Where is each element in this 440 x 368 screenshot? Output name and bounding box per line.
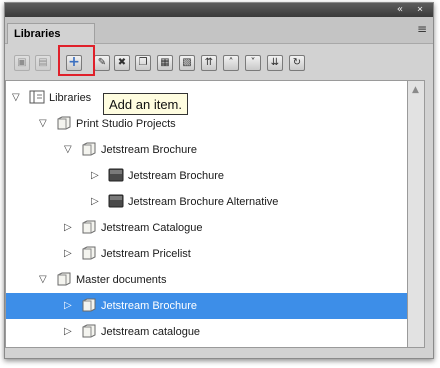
move-up-button[interactable]: ˄: [223, 55, 239, 71]
document-icon: [108, 194, 124, 208]
tree-item-label: Jetstream Brochure: [101, 300, 197, 312]
tree-item-label: Jetstream Brochure: [128, 170, 224, 182]
refresh-button[interactable]: ↻: [289, 55, 305, 71]
duplicate-item-button[interactable]: ❐: [135, 55, 151, 71]
tab-label: Libraries: [14, 28, 61, 40]
tree-item-label: Print Studio Projects: [76, 118, 176, 130]
tree-item-label: Jetstream Brochure Alternative: [128, 196, 279, 208]
tree-item-label: Libraries: [49, 92, 92, 104]
folder-icon: [81, 220, 97, 234]
folder-icon: [81, 324, 97, 338]
add-item-tooltip: Add an item.: [103, 93, 188, 115]
paste-button[interactable]: ▧: [179, 55, 195, 71]
move-bottom-icon: ⇊: [270, 57, 280, 68]
move-down-icon: ˅: [250, 57, 256, 68]
panel-menu-icon[interactable]: ≡: [417, 23, 427, 35]
scroll-up-icon[interactable]: ▲: [412, 86, 419, 95]
tree-row[interactable]: ▷ Jetstream Pricelist: [6, 241, 407, 267]
tree-item-label: Jetstream catalogue: [101, 326, 201, 338]
properties-button[interactable]: ▦: [157, 55, 173, 71]
folder-icon: [56, 272, 72, 286]
document-icon: [108, 168, 124, 182]
tree-row[interactable]: ▽ Jetstream Brochure: [6, 137, 407, 163]
collapse-arrow-icon[interactable]: ▽: [39, 275, 47, 285]
library-tree[interactable]: ▽ Libraries ▽ Print Studio Projects ▽ Jetstre…: [5, 80, 408, 348]
collapse-arrow-icon[interactable]: ▽: [64, 145, 72, 155]
expand-arrow-icon[interactable]: ▷: [64, 301, 72, 311]
tree-row[interactable]: ▷ Jetstream Brochure Alternative: [6, 189, 407, 215]
expand-arrow-icon[interactable]: ▷: [64, 327, 72, 337]
move-top-icon: ⇈: [204, 57, 214, 68]
expand-arrow-icon[interactable]: ▷: [91, 197, 99, 207]
tree-row[interactable]: ▽ Print Studio Projects: [6, 111, 407, 137]
move-down-button[interactable]: ˅: [245, 55, 261, 71]
duplicate-item-icon: ❐: [138, 57, 148, 68]
edit-item-icon: ✎: [97, 57, 107, 68]
close-panel-button[interactable]: ×: [417, 3, 423, 17]
collapse-arrow-icon[interactable]: ▽: [12, 93, 20, 103]
expand-arrow-icon[interactable]: ▷: [64, 223, 72, 233]
panel-titlebar: « ×: [5, 3, 433, 17]
tree-row[interactable]: ▷ Jetstream Catalogue: [6, 215, 407, 241]
delete-item-button[interactable]: ✖: [114, 55, 130, 71]
tree-item-label: Jetstream Catalogue: [101, 222, 203, 234]
tree-scrollbar[interactable]: ▲: [408, 80, 425, 348]
tree-item-label: Jetstream Pricelist: [101, 248, 191, 260]
folder-icon: [81, 142, 97, 156]
tree-row[interactable]: ▽ Libraries: [6, 85, 407, 111]
tree-row[interactable]: ▷ Jetstream catalogue: [6, 319, 407, 345]
move-up-icon: ˄: [228, 57, 234, 68]
move-top-button[interactable]: ⇈: [201, 55, 217, 71]
tree-row[interactable]: ▷ Jetstream Brochure: [6, 293, 407, 319]
refresh-icon: ↻: [292, 57, 302, 68]
add-item-highlight-box: [58, 45, 95, 76]
expand-arrow-icon[interactable]: ▷: [64, 249, 72, 259]
new-library-icon: ▣: [17, 57, 27, 68]
tree-item-label: Jetstream Brochure: [101, 144, 197, 156]
save-library-icon: ▤: [38, 57, 48, 68]
new-library-button[interactable]: ▣: [14, 55, 30, 71]
edit-item-button[interactable]: ✎: [94, 55, 110, 71]
folder-icon: [56, 116, 72, 130]
tab-row: Libraries ≡: [5, 17, 433, 44]
paste-icon: ▧: [182, 57, 192, 68]
tree-item-label: Master documents: [76, 274, 167, 286]
library-root-icon: [29, 90, 45, 104]
move-bottom-button[interactable]: ⇊: [267, 55, 283, 71]
save-library-button[interactable]: ▤: [35, 55, 51, 71]
tree-row[interactable]: ▷ Jetstream Brochure: [6, 163, 407, 189]
collapse-panel-button[interactable]: «: [397, 3, 403, 17]
collapse-arrow-icon[interactable]: ▽: [39, 119, 47, 129]
tree-row[interactable]: ▽ Master documents: [6, 267, 407, 293]
tab-libraries[interactable]: Libraries: [7, 23, 95, 44]
folder-icon: [81, 246, 97, 260]
expand-arrow-icon[interactable]: ▷: [91, 171, 99, 181]
properties-icon: ▦: [160, 57, 170, 68]
delete-item-icon: ✖: [117, 57, 127, 68]
folder-icon: [81, 298, 97, 312]
